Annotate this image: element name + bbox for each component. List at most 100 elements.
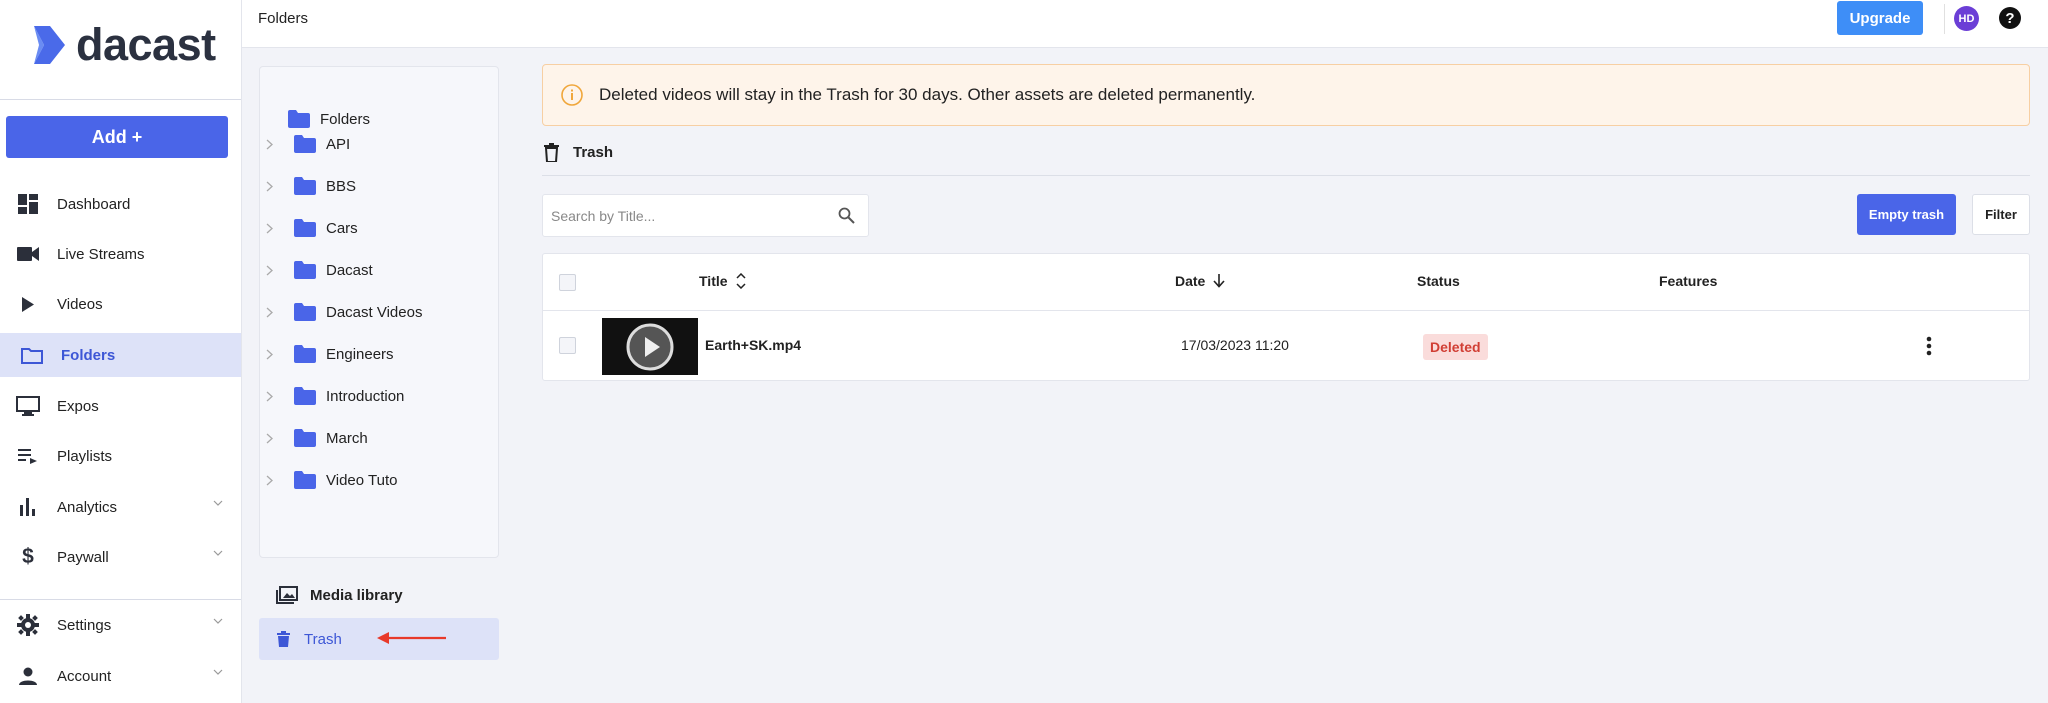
column-features-label: Features (1659, 273, 1718, 289)
row-date: 17/03/2023 11:20 (1181, 337, 1289, 353)
sidebar-item-label: Analytics (57, 498, 118, 516)
chevron-down-icon (213, 500, 223, 506)
folder-item-label: Introduction (326, 387, 405, 405)
folder-item-label: Dacast (326, 261, 373, 279)
trash-table: Title Date Status Features Earth+SK.mp4 … (542, 253, 2030, 381)
trash-label: Trash (304, 630, 342, 648)
folder-item[interactable]: Cars (266, 219, 358, 237)
row-checkbox[interactable] (559, 337, 576, 354)
folder-icon (20, 343, 44, 367)
sidebar-item-expos[interactable]: Expos (0, 384, 241, 428)
section-header: Trash (544, 143, 613, 162)
more-options-icon[interactable] (1926, 336, 1932, 356)
video-thumbnail[interactable] (602, 318, 698, 375)
banner-text: Deleted videos will stay in the Trash fo… (599, 85, 1256, 104)
folder-icon (294, 261, 316, 279)
chevron-down-icon (213, 669, 223, 675)
folder-item-label: March (326, 429, 368, 447)
sidebar-divider (0, 599, 241, 600)
chevron-right-icon (266, 433, 280, 444)
chevron-down-icon (213, 550, 223, 556)
folder-icon (294, 135, 316, 153)
trash-link[interactable]: Trash (259, 618, 499, 660)
svg-text:?: ? (2005, 10, 2014, 27)
chevron-right-icon (266, 307, 280, 318)
folder-item[interactable]: Dacast Videos (266, 303, 422, 321)
sidebar-item-label: Paywall (57, 548, 109, 566)
play-circle-icon (626, 323, 674, 370)
playlist-icon (16, 444, 40, 468)
chevron-right-icon (266, 391, 280, 402)
gear-icon (16, 613, 40, 637)
chevron-right-icon (266, 139, 280, 150)
sidebar-item-label: Expos (57, 397, 99, 415)
folder-item[interactable]: BBS (266, 177, 356, 195)
column-status: Status (1417, 273, 1460, 289)
row-title[interactable]: Earth+SK.mp4 (705, 337, 801, 353)
dacast-logo-icon (34, 25, 65, 64)
folder-panel: Folders API BBS Cars Dacast Dacast Video… (242, 48, 517, 703)
empty-trash-button[interactable]: Empty trash (1857, 194, 1956, 235)
monitor-icon (16, 394, 40, 418)
column-date-label: Date (1175, 273, 1206, 289)
folder-item-label: API (326, 135, 351, 153)
search-icon[interactable] (838, 207, 855, 224)
folder-root-label: Folders (320, 110, 371, 128)
column-date[interactable]: Date (1175, 273, 1225, 289)
select-all-checkbox[interactable] (559, 274, 576, 291)
sidebar-item-playlists[interactable]: Playlists (0, 434, 241, 478)
upgrade-button[interactable]: Upgrade (1837, 1, 1923, 35)
folder-item[interactable]: March (266, 429, 368, 447)
search-box (542, 194, 869, 237)
folder-icon (294, 429, 316, 447)
folder-item-label: BBS (326, 177, 357, 195)
folder-icon (294, 471, 316, 489)
folder-icon (294, 177, 316, 195)
bar-chart-icon (16, 495, 40, 519)
column-title[interactable]: Title (699, 273, 746, 289)
sidebar-divider (0, 99, 241, 100)
section-divider (542, 175, 2030, 176)
status-badge: Deleted (1423, 334, 1488, 360)
video-camera-icon (16, 242, 40, 266)
folder-icon (294, 219, 316, 237)
sidebar-item-videos[interactable]: Videos (0, 282, 241, 326)
sidebar-item-label: Dashboard (57, 195, 131, 213)
folder-item[interactable]: API (266, 135, 350, 153)
filter-button[interactable]: Filter (1972, 194, 2030, 235)
media-library-icon (276, 586, 298, 604)
chevron-down-icon (213, 618, 223, 624)
sidebar-item-label: Live Streams (57, 245, 145, 263)
sidebar-item-analytics[interactable]: Analytics (0, 485, 241, 529)
sidebar-item-folders[interactable]: Folders (0, 333, 241, 377)
trash-icon (277, 631, 290, 647)
page-title: Folders (258, 10, 309, 27)
dacast-logo[interactable]: dacast (30, 22, 216, 67)
sidebar-item-dashboard[interactable]: Dashboard (0, 182, 241, 226)
add-button[interactable]: Add + (6, 116, 228, 158)
media-library-link[interactable]: Media library (276, 586, 403, 604)
search-input[interactable] (551, 195, 831, 236)
table-row[interactable]: Earth+SK.mp4 17/03/2023 11:20 Deleted (543, 312, 2029, 380)
folder-item[interactable]: Dacast (266, 261, 373, 279)
folder-root[interactable]: Folders (288, 110, 370, 128)
help-icon[interactable]: ? (1998, 6, 2022, 30)
main-content: Deleted videos will stay in the Trash fo… (517, 48, 2048, 703)
folder-icon (294, 345, 316, 363)
sidebar-item-account[interactable]: Account (0, 654, 241, 698)
sidebar-item-label: Videos (57, 295, 103, 313)
dashboard-icon (16, 192, 40, 216)
info-banner: Deleted videos will stay in the Trash fo… (542, 64, 2030, 126)
avatar[interactable]: HD (1954, 6, 1979, 31)
folder-item[interactable]: Engineers (266, 345, 394, 363)
folder-item-label: Dacast Videos (326, 303, 423, 321)
sidebar-item-live-streams[interactable]: Live Streams (0, 232, 241, 276)
sidebar-item-paywall[interactable]: $ Paywall (0, 535, 241, 579)
brand-name: dacast (76, 19, 216, 70)
folder-item[interactable]: Introduction (266, 387, 404, 405)
folder-item-label: Engineers (326, 345, 394, 363)
top-bar: Folders Upgrade HD ? (242, 0, 2048, 48)
sidebar-item-settings[interactable]: Settings (0, 603, 241, 647)
folder-item[interactable]: Video Tuto (266, 471, 397, 489)
folder-icon (288, 110, 310, 128)
